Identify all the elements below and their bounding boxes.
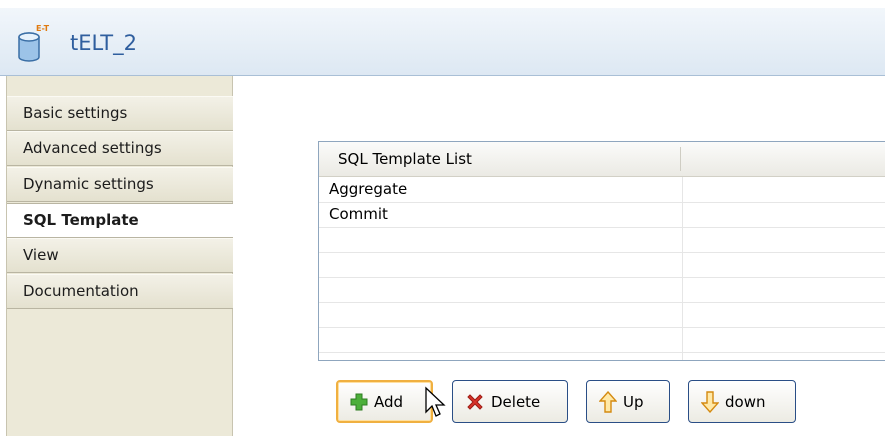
delete-button[interactable]: Delete: [452, 380, 568, 423]
sidebar-item-basic-settings[interactable]: Basic settings: [7, 96, 233, 131]
arrow-up-icon: [599, 390, 617, 413]
delete-button-label: Delete: [491, 392, 541, 411]
up-button[interactable]: Up: [586, 380, 670, 423]
sidebar-item-advanced-settings[interactable]: Advanced settings: [7, 131, 233, 166]
component-header: E-T tELT_2: [0, 0, 885, 76]
column-separator: [680, 147, 681, 171]
mouse-pointer-icon: [425, 386, 446, 417]
icon-badge: E-T: [36, 24, 50, 33]
header-top-edge: [0, 0, 885, 8]
table-row[interactable]: Commit: [319, 203, 885, 228]
table-row[interactable]: [319, 278, 885, 303]
sidebar-item-view[interactable]: View: [7, 238, 233, 273]
down-button[interactable]: down: [688, 380, 796, 423]
sidebar-item-sql-template[interactable]: SQL Template: [7, 203, 233, 238]
component-title: tELT_2: [70, 31, 137, 55]
add-button-label: Add: [374, 392, 404, 411]
table-row[interactable]: [319, 253, 885, 278]
column-header-sql-template-list[interactable]: SQL Template List: [338, 150, 472, 168]
table-cell: Aggregate: [329, 180, 408, 198]
add-button[interactable]: Add: [336, 380, 433, 423]
table-row[interactable]: Aggregate: [319, 178, 885, 203]
sidebar-item-documentation[interactable]: Documentation: [7, 274, 233, 309]
up-button-label: Up: [623, 392, 644, 411]
table-header: SQL Template List: [319, 142, 885, 177]
database-cylinder-icon: E-T: [18, 24, 50, 62]
sidebar-item-dynamic-settings[interactable]: Dynamic settings: [7, 167, 233, 202]
red-x-icon: [467, 393, 483, 410]
table-row[interactable]: [319, 228, 885, 253]
plus-icon: [350, 393, 368, 410]
settings-sidebar: Basic settings Advanced settings Dynamic…: [6, 76, 233, 436]
down-button-label: down: [725, 392, 766, 411]
table-row[interactable]: [319, 328, 885, 353]
arrow-down-icon: [701, 390, 719, 413]
table-row[interactable]: [319, 303, 885, 328]
sql-template-table: SQL Template List Aggregate Commit: [318, 141, 885, 361]
table-cell: Commit: [329, 205, 388, 223]
